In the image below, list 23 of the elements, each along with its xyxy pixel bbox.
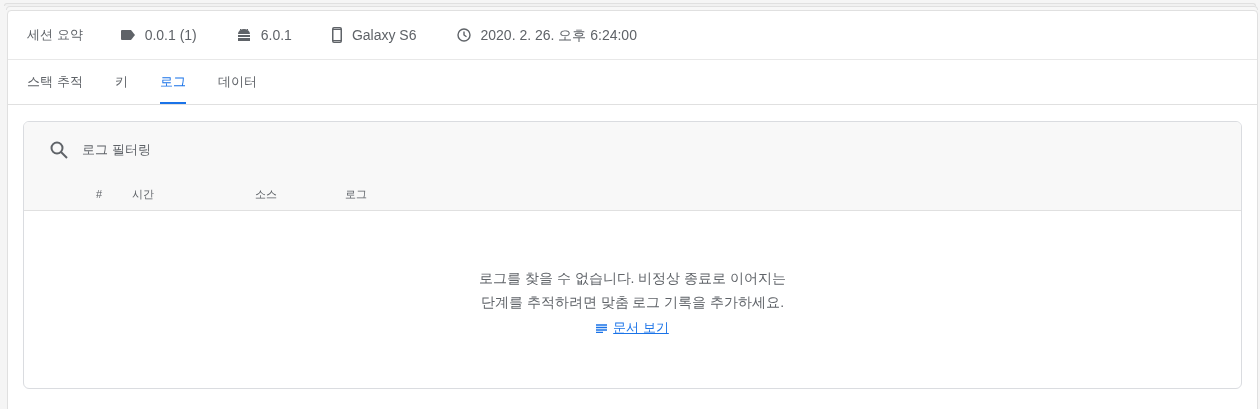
tab[interactable]: 스택 추적	[27, 60, 83, 104]
empty-message: 로그를 찾을 수 없습니다. 비정상 종료로 이어지는	[478, 269, 787, 288]
summary-value: 2020. 2. 26. 오후 6:24:00	[480, 25, 637, 45]
search-icon	[50, 141, 68, 159]
tag-icon	[120, 30, 135, 40]
column-header: 로그	[345, 186, 368, 202]
tab[interactable]: 데이터	[217, 60, 257, 104]
summary-value: Galaxy S6	[351, 25, 417, 45]
notes-icon	[596, 323, 608, 333]
empty-message: 단계를 추적하려면 맞춤 로그 기록을 추가하세요.	[480, 293, 785, 312]
column-header: 소스	[255, 186, 279, 202]
android-icon	[236, 29, 251, 41]
clock-icon	[456, 28, 471, 42]
column-header: 시간	[132, 186, 156, 202]
docs-link[interactable]: 문서 보기	[596, 316, 669, 340]
summary-title: 세션 요약	[27, 26, 83, 45]
column-header: #	[96, 186, 103, 202]
tab[interactable]: 로그	[159, 60, 186, 104]
summary-value: 6.0.1	[260, 25, 292, 45]
search-field[interactable]: 로그 필터링	[82, 140, 382, 160]
summary-value: 0.0.1 (1)	[144, 25, 197, 45]
phone-icon	[331, 27, 342, 43]
tab[interactable]: 키	[114, 60, 128, 104]
